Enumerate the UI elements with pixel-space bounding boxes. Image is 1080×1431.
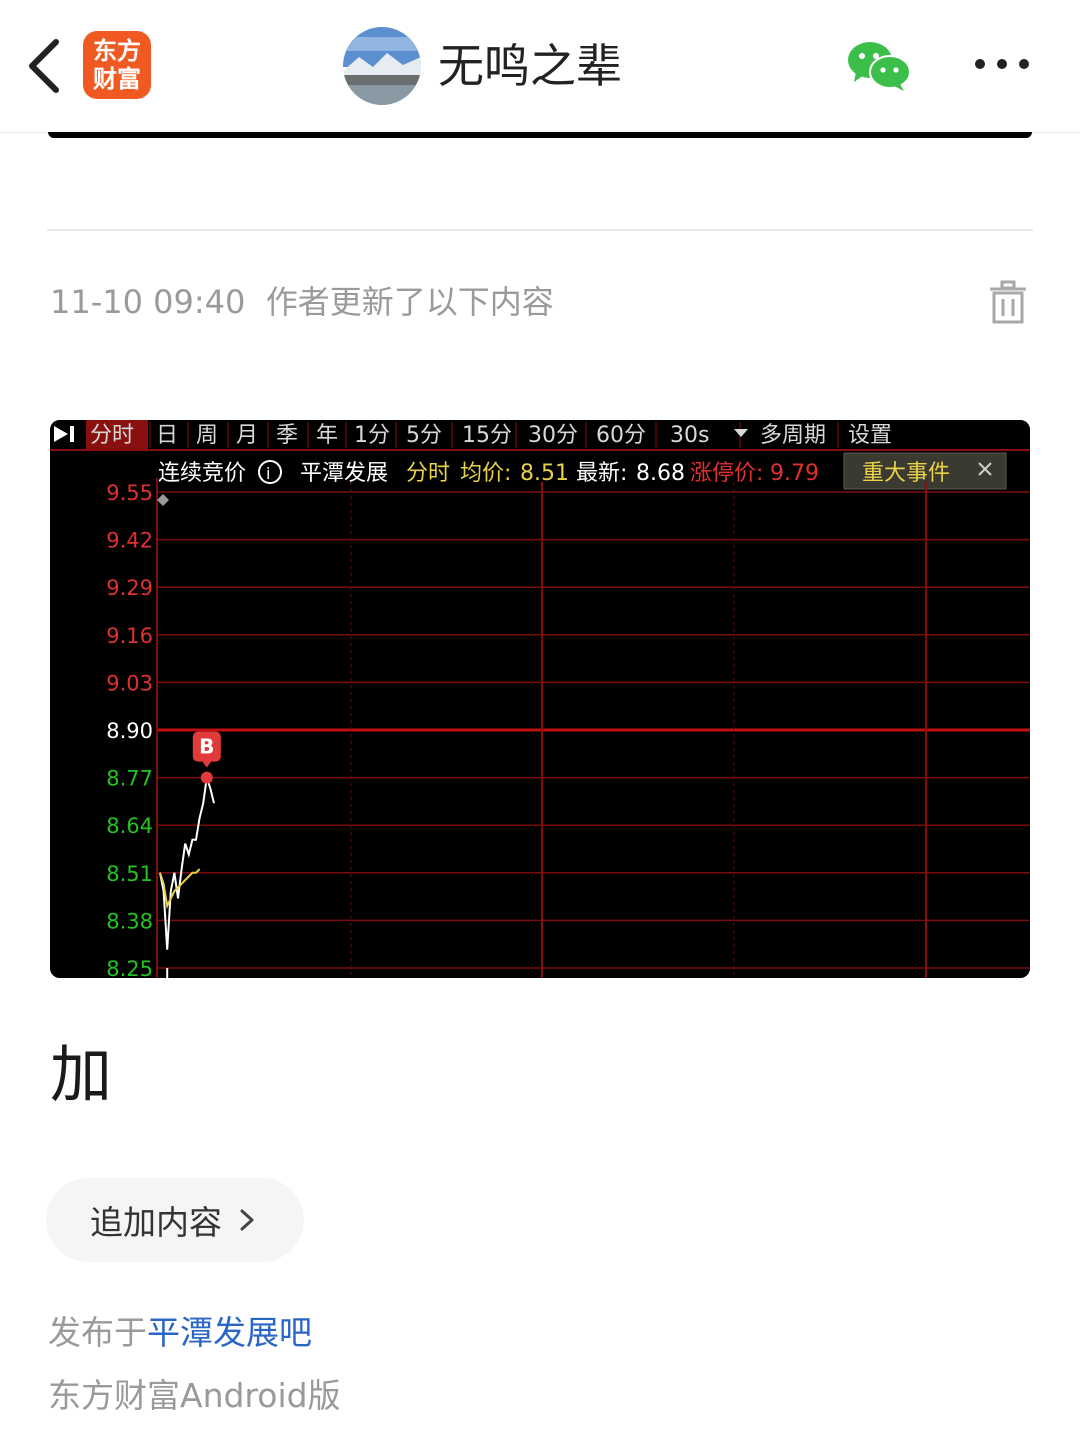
buy-point [200, 771, 213, 784]
tab-12[interactable]: 多周期 [760, 423, 826, 448]
top-bar: 东方 财富 无鸣之辈 [0, 0, 1080, 133]
mode-label: 分时 [406, 461, 450, 486]
divider [47, 229, 1033, 231]
tab-2[interactable]: 周 [196, 423, 218, 448]
wechat-icon[interactable] [846, 40, 912, 92]
update-meta: 11-10 09:40 作者更新了以下内容 [50, 280, 554, 324]
y-tick-label: 9.03 [106, 671, 153, 695]
stock-name: 平潭发展 [300, 461, 388, 486]
tab-4[interactable]: 季 [276, 423, 298, 448]
y-tick-label: 8.51 [106, 862, 153, 886]
back-icon[interactable] [22, 36, 70, 96]
client-info: 东方财富Android版 [48, 1376, 341, 1415]
bar-link[interactable]: 平潭发展吧 [147, 1313, 312, 1352]
author-name[interactable]: 无鸣之辈 [438, 34, 622, 98]
content-text: 加 [50, 1038, 113, 1111]
period-tabs: 分时日周月季年 1分 5分 15分 30分 60分 30s 多周期 设置 [50, 422, 1030, 451]
y-tick-label: 9.29 [106, 576, 153, 600]
y-tick-label: 8.25 [106, 957, 153, 978]
tab-3[interactable]: 月 [236, 423, 258, 448]
stock-chart-image[interactable]: 分时日周月季年 1分 5分 15分 30分 60分 30s 多周期 设置 连续竞价 i 平潭发展… [50, 420, 1030, 978]
buy-badge-label: B [199, 735, 214, 759]
trash-icon[interactable] [988, 280, 1028, 324]
avatar[interactable] [343, 27, 421, 105]
y-tick-label: 9.55 [106, 481, 153, 505]
append-label: 追加内容 [90, 1203, 222, 1242]
tab-0[interactable]: 分时 [90, 423, 134, 448]
y-tick-label: 9.16 [106, 624, 153, 648]
tab-5[interactable]: 年 [316, 423, 338, 448]
previous-image-edge [48, 132, 1032, 138]
tab-13[interactable]: 设置 [848, 423, 892, 448]
y-tick-label: 8.38 [106, 909, 153, 933]
app-logo-line1: 东方 [93, 37, 141, 65]
event-label: 重大事件 [862, 461, 950, 486]
y-tick-label: 8.64 [106, 814, 153, 838]
limit-label: 涨停价: [690, 461, 763, 486]
tab-9[interactable]: 30分 [528, 423, 578, 448]
app-logo[interactable]: 东方 财富 [83, 31, 151, 99]
limit-value: 9.79 [770, 461, 819, 486]
tab-8[interactable]: 15分 [462, 423, 512, 448]
intraday-chart: 分时日周月季年 1分 5分 15分 30分 60分 30s 多周期 设置 连续竞价 i 平潭发展… [50, 420, 1030, 978]
svg-text:i: i [266, 464, 270, 483]
avg-label: 均价: [460, 461, 511, 486]
latest-label: 最新: [576, 461, 627, 486]
latest-value: 8.68 [636, 461, 685, 486]
update-label: 作者更新了以下内容 [265, 283, 554, 321]
append-content-button[interactable]: 追加内容 [46, 1178, 304, 1262]
tab-11[interactable]: 30s [670, 423, 709, 448]
tab-6[interactable]: 1分 [354, 423, 390, 448]
avg-value: 8.51 [520, 461, 569, 486]
tab-10[interactable]: 60分 [596, 423, 646, 448]
tab-1[interactable]: 日 [156, 423, 178, 448]
published-prefix: 发布于 [48, 1313, 147, 1352]
tab-7[interactable]: 5分 [406, 423, 442, 448]
published-in: 发布于平潭发展吧 [48, 1310, 312, 1356]
y-tick-label: 8.90 [106, 719, 153, 743]
update-timestamp: 11-10 09:40 [50, 283, 246, 321]
auction-label: 连续竞价 [158, 461, 246, 486]
y-tick-label: 8.77 [106, 767, 153, 791]
chevron-right-icon [240, 1209, 254, 1231]
app-logo-line2: 财富 [93, 65, 141, 93]
more-icon[interactable] [972, 52, 1032, 76]
y-tick-label: 9.42 [106, 529, 153, 553]
